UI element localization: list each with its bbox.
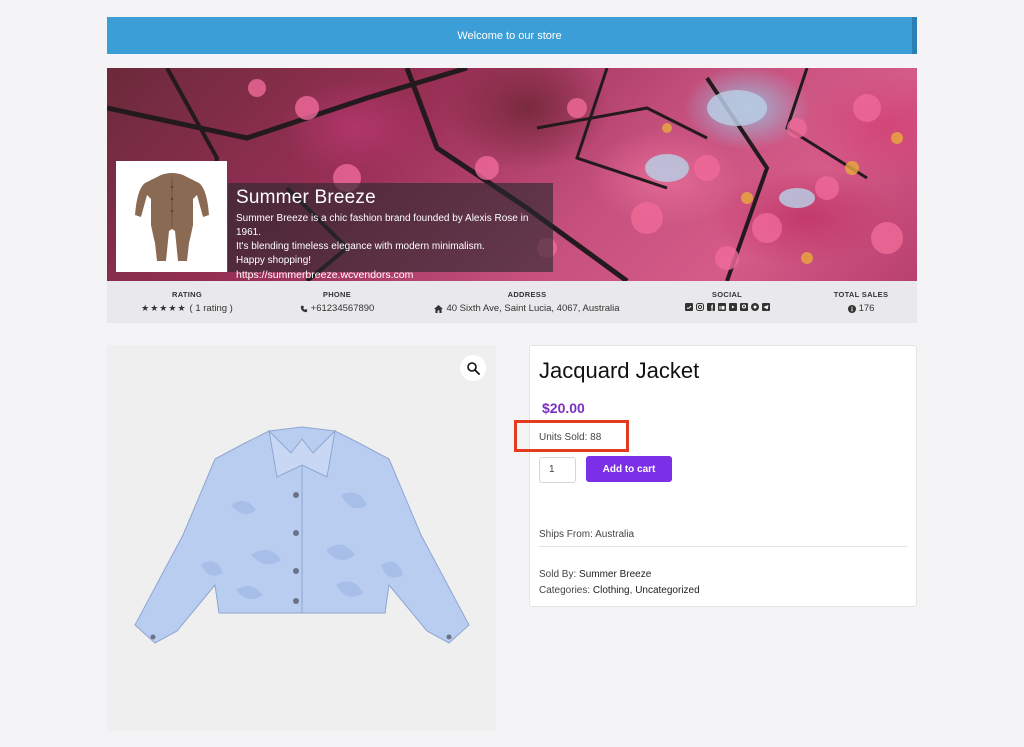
vendor-name: Summer Breeze	[236, 187, 376, 208]
product-image-gallery[interactable]	[107, 345, 496, 731]
vendor-url-link[interactable]: https://summerbreeze.wcvendors.com	[236, 269, 545, 281]
ships-from: Ships From: Australia	[539, 529, 634, 540]
vendor-info-panel: Summer Breeze Summer Breeze is a chic fa…	[228, 183, 553, 281]
stat-phone-value[interactable]: +61234567890	[287, 303, 387, 314]
phone-icon	[300, 305, 307, 312]
vendor-logo[interactable]	[116, 161, 227, 272]
quantity-input[interactable]: 1	[539, 457, 576, 483]
phone-number: +61234567890	[310, 303, 375, 314]
category-link-uncategorized[interactable]: Uncategorized	[635, 585, 699, 596]
product-price: $20.00	[542, 400, 585, 416]
linkedin-icon[interactable]	[717, 303, 726, 311]
stat-address-title: ADDRESS	[507, 290, 547, 299]
categories-label: Categories:	[539, 585, 593, 596]
product-title: Jacquard Jacket	[539, 358, 700, 383]
youtube-icon[interactable]	[728, 303, 737, 311]
welcome-bar: Welcome to our store	[107, 17, 917, 54]
stat-rating-value[interactable]: ★★★★★ ( 1 rating )	[137, 303, 237, 314]
pinterest-icon[interactable]	[739, 303, 748, 311]
romper-image	[134, 172, 209, 261]
address-text: 40 Sixth Ave, Saint Lucia, 4067, Austral…	[446, 303, 620, 314]
instagram-icon[interactable]	[695, 303, 704, 311]
stat-total-sales-title: TOTAL SALES	[833, 290, 889, 299]
summary-divider	[539, 546, 907, 547]
stat-rating: RATING ★★★★★ ( 1 rating )	[137, 290, 237, 314]
facebook-icon[interactable]	[706, 303, 715, 311]
info-icon	[847, 304, 856, 313]
stat-total-sales: TOTAL SALES 176	[811, 290, 911, 314]
magnifier-icon	[466, 361, 480, 375]
twitter-icon[interactable]	[684, 303, 693, 311]
jacquard-jacket-image	[134, 426, 470, 644]
stat-total-sales-value: 176	[811, 303, 911, 314]
star-rating-icons: ★★★★★	[141, 303, 187, 313]
stat-social: SOCIAL	[677, 290, 777, 311]
ships-from-value: Australia	[595, 529, 635, 540]
vendor-stats-bar: RATING ★★★★★ ( 1 rating ) PHONE +6123456…	[107, 281, 917, 323]
stat-address: ADDRESS 40 Sixth Ave, Saint Lucia, 4067,…	[427, 290, 627, 314]
stat-phone-title: PHONE	[322, 290, 352, 299]
snapchat-icon[interactable]	[750, 303, 759, 311]
stat-address-value: 40 Sixth Ave, Saint Lucia, 4067, Austral…	[427, 303, 627, 314]
category-link-clothing[interactable]: Clothing	[593, 585, 630, 596]
social-icons	[677, 303, 777, 311]
welcome-text: Welcome to our store	[457, 29, 562, 42]
add-to-cart-button[interactable]: Add to cart	[586, 456, 672, 482]
categories: Categories: Clothing, Uncategorized	[539, 585, 700, 596]
stat-phone: PHONE +61234567890	[287, 290, 387, 314]
zoom-button[interactable]	[460, 355, 486, 381]
telegram-icon[interactable]	[761, 303, 770, 311]
rating-count: ( 1 rating )	[189, 303, 233, 314]
product-summary-card: Jacquard Jacket $20.00 Units Sold: 88 1 …	[529, 345, 917, 607]
stat-rating-title: RATING	[172, 290, 202, 299]
sold-by-link[interactable]: Summer Breeze	[579, 569, 651, 580]
total-sales-count: 176	[858, 303, 875, 314]
sold-by: Sold By: Summer Breeze	[539, 569, 651, 580]
stat-social-title: SOCIAL	[711, 290, 743, 299]
units-sold-highlight-box	[514, 420, 629, 452]
home-icon	[434, 304, 444, 313]
sold-by-label: Sold By:	[539, 569, 580, 580]
vendor-description: Summer Breeze is a chic fashion brand fo…	[236, 213, 529, 266]
ships-from-label: Ships From:	[539, 529, 596, 540]
